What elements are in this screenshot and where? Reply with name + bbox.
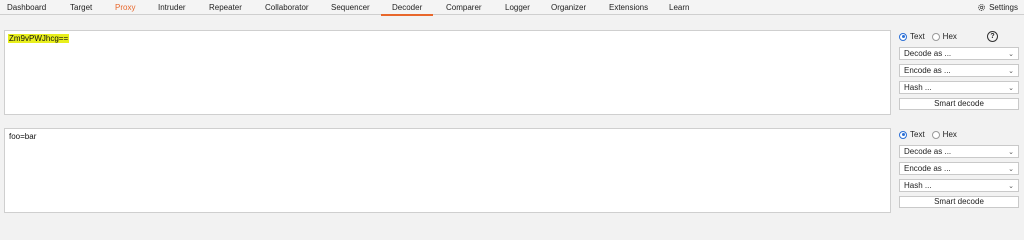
editor-content: Zm9vPWJhcg== bbox=[8, 34, 70, 43]
hash-select[interactable]: Hash ... ⌄ bbox=[899, 81, 1019, 94]
hash-label: Hash ... bbox=[904, 181, 932, 190]
mode-radios: Text Hex ? bbox=[899, 30, 1019, 43]
chevron-down-icon: ⌄ bbox=[1008, 68, 1014, 75]
decoder-input-editor[interactable]: Zm9vPWJhcg== bbox=[4, 30, 891, 115]
gear-icon bbox=[978, 4, 985, 11]
tab-intruder[interactable]: Intruder bbox=[158, 0, 186, 15]
tab-organizer[interactable]: Organizer bbox=[551, 0, 586, 15]
tab-decoder[interactable]: Decoder bbox=[380, 0, 434, 16]
tab-logger[interactable]: Logger bbox=[505, 0, 530, 15]
tab-sequencer[interactable]: Sequencer bbox=[331, 0, 370, 15]
smart-decode-button[interactable]: Smart decode bbox=[899, 98, 1019, 110]
mode-radios: Text Hex bbox=[899, 128, 1019, 141]
tab-dashboard[interactable]: Dashboard bbox=[7, 0, 46, 15]
decoder-panel-2: Text Hex Decode as ... ⌄ Encode as ... ⌄… bbox=[899, 128, 1019, 208]
smart-decode-button[interactable]: Smart decode bbox=[899, 196, 1019, 208]
hash-label: Hash ... bbox=[904, 83, 932, 92]
help-icon[interactable]: ? bbox=[987, 31, 998, 42]
hex-radio[interactable]: Hex bbox=[931, 130, 957, 139]
text-radio[interactable]: Text bbox=[899, 130, 925, 139]
chevron-down-icon: ⌄ bbox=[1008, 183, 1014, 190]
decode-as-label: Decode as ... bbox=[904, 49, 952, 58]
radio-unselected-icon bbox=[931, 32, 940, 41]
decoder-panel-1: Text Hex ? Decode as ... ⌄ Encode as ...… bbox=[899, 30, 1019, 110]
hex-radio-label: Hex bbox=[942, 32, 957, 41]
editor-content: foo=bar bbox=[9, 132, 37, 141]
settings-label: Settings bbox=[989, 3, 1018, 12]
hex-radio-label: Hex bbox=[942, 130, 957, 139]
encode-as-select[interactable]: Encode as ... ⌄ bbox=[899, 162, 1019, 175]
tab-collaborator[interactable]: Collaborator bbox=[265, 0, 309, 15]
text-radio[interactable]: Text bbox=[899, 32, 925, 41]
encode-as-label: Encode as ... bbox=[904, 164, 951, 173]
radio-selected-icon bbox=[899, 32, 907, 41]
chevron-down-icon: ⌄ bbox=[1008, 166, 1014, 173]
encode-as-select[interactable]: Encode as ... ⌄ bbox=[899, 64, 1019, 77]
text-radio-label: Text bbox=[910, 32, 925, 41]
tab-comparer[interactable]: Comparer bbox=[446, 0, 482, 15]
top-nav: Dashboard Target Proxy Intruder Repeater… bbox=[0, 0, 1024, 16]
tab-target[interactable]: Target bbox=[70, 0, 92, 15]
decode-as-label: Decode as ... bbox=[904, 147, 952, 156]
encode-as-label: Encode as ... bbox=[904, 66, 951, 75]
chevron-down-icon: ⌄ bbox=[1008, 149, 1014, 156]
chevron-down-icon: ⌄ bbox=[1008, 85, 1014, 92]
hash-select[interactable]: Hash ... ⌄ bbox=[899, 179, 1019, 192]
decode-as-select[interactable]: Decode as ... ⌄ bbox=[899, 145, 1019, 158]
radio-selected-icon bbox=[899, 130, 907, 139]
hex-radio[interactable]: Hex bbox=[931, 32, 957, 41]
settings-button[interactable]: Settings bbox=[977, 0, 1018, 15]
chevron-down-icon: ⌄ bbox=[1008, 51, 1014, 58]
tab-learn[interactable]: Learn bbox=[669, 0, 689, 15]
decoder-output-editor[interactable]: foo=bar bbox=[4, 128, 891, 213]
tab-proxy[interactable]: Proxy bbox=[115, 0, 135, 15]
tab-extensions[interactable]: Extensions bbox=[609, 0, 648, 15]
tab-repeater[interactable]: Repeater bbox=[209, 0, 242, 15]
radio-unselected-icon bbox=[931, 130, 940, 139]
decode-as-select[interactable]: Decode as ... ⌄ bbox=[899, 47, 1019, 60]
text-radio-label: Text bbox=[910, 130, 925, 139]
